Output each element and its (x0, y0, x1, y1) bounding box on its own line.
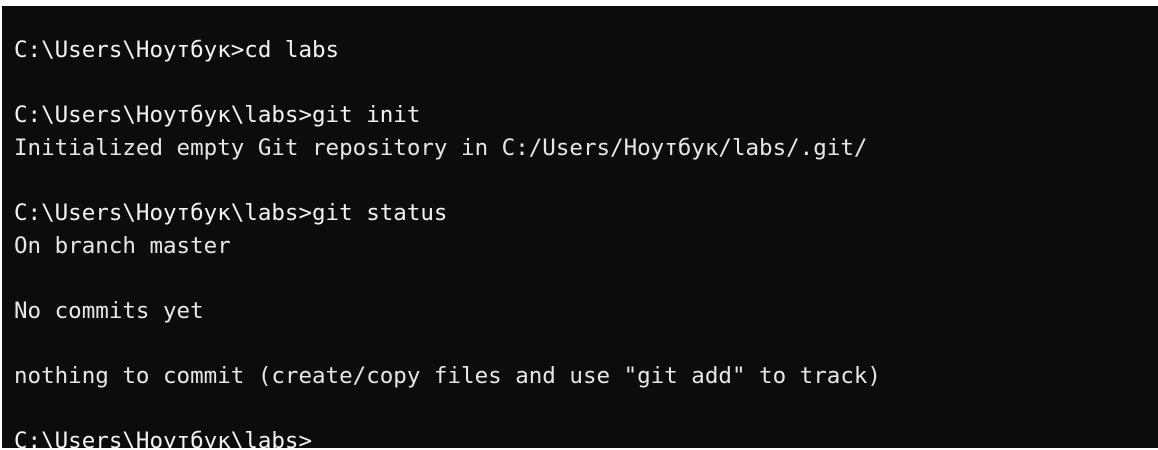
terminal-output-branch: On branch master (14, 232, 231, 259)
terminal-screen[interactable]: C:\Users\Ноутбук>cd labs C:\Users\Ноутбу… (2, 6, 1158, 448)
terminal-current-prompt[interactable]: C:\Users\Ноутбук\labs> (14, 425, 1158, 448)
terminal-line-git-init: C:\Users\Ноутбук\labs>git init (14, 102, 421, 129)
terminal-output-no-commits: No commits yet (14, 297, 204, 324)
terminal-line-cd-labs: C:\Users\Ноутбук>cd labs (14, 37, 340, 63)
terminal-window: C:\Users\Ноутбук>cd labs C:\Users\Ноутбу… (0, 0, 1158, 450)
terminal-line-git-status: C:\Users\Ноутбук\labs>git status (14, 199, 448, 226)
terminal-output-nothing-to-commit: nothing to commit (create/copy files and… (14, 362, 881, 389)
terminal-output-initialized: Initialized empty Git repository in C:/U… (14, 134, 868, 161)
